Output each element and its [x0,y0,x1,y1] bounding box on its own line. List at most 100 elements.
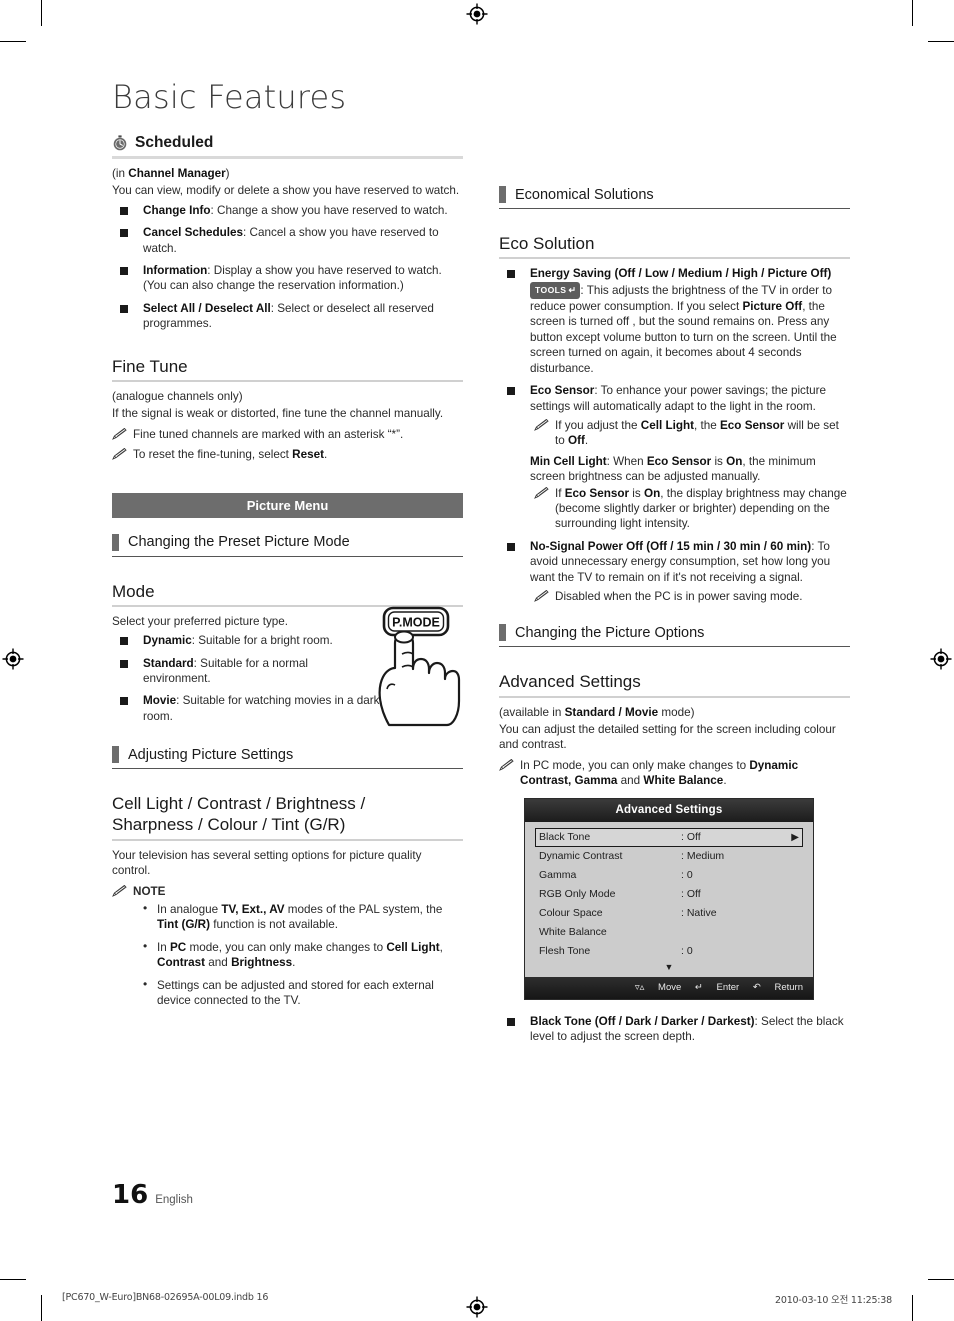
osd-row-black-tone[interactable]: Black Tone : Off ▶ [535,827,803,847]
scheduled-items: Change Info: Change a show you have rese… [112,203,463,332]
page-language-label: English [155,1194,193,1206]
page-content: Basic Features Scheduled (in Channel Man… [112,78,850,1051]
list-item-eco-sensor: Eco Sensor: To enhance your power saving… [499,383,850,532]
advanced-settings-note: In PC mode, you can only make changes to… [499,758,850,789]
fine-tune-body: If the signal is weak or distorted, fine… [112,407,444,421]
crop-mark-top-right-horizontal [928,41,954,43]
list-item: Dynamic: Suitable for a bright room. [112,633,388,648]
page-number-block: 16 English [112,1180,193,1210]
fine-tune-note-1: Fine tuned channels are marked with an a… [112,427,463,442]
footer-file-name: [PC670_W-Euro]BN68-02695A-00L09.indb 16 [62,1292,269,1303]
heading-bar-marker [499,186,506,203]
crop-mark-bottom-right-horizontal [928,1278,954,1280]
list-item-black-tone: Black Tone (Off / Dark / Darker / Darkes… [499,1014,850,1045]
pencil-note-icon [534,486,549,499]
list-item: Information: Display a show you have res… [112,263,463,294]
list-item: Settings can be adjusted and stored for … [139,977,463,1009]
section-heading-fine-tune: Fine Tune [112,356,463,382]
page-number: 16 [112,1180,149,1210]
registration-target-left [2,648,24,670]
list-item: Movie: Suitable for watching movies in a… [112,693,388,724]
osd-advanced-settings-menu[interactable]: Advanced Settings Black Tone : Off ▶ Dyn… [524,797,814,1000]
section-heading-changing-picture-options: Changing the Picture Options [499,624,850,648]
advanced-settings-availability: (available in Standard / Movie mode) [499,705,695,719]
pmode-button-text: P.MODE [392,615,440,629]
osd-row-dynamic-contrast[interactable]: Dynamic Contrast : Medium [535,847,803,866]
crop-mark-bottom-left-horizontal [0,1278,26,1280]
scheduled-subtitle: (in Channel Manager) [112,167,230,180]
section-heading-changing-preset-picture-mode: Changing the Preset Picture Mode [112,533,463,557]
chevron-right-icon[interactable]: ▶ [785,830,799,845]
pencil-note-icon [534,418,549,431]
footer-timestamp: 2010-03-10 오전 11:25:38 [775,1295,892,1306]
section-heading-cell-light: Cell Light / Contrast / Brightness / Sha… [112,793,463,841]
crop-mark-bottom-right-vertical [911,1295,913,1321]
osd-rows: Black Tone : Off ▶ Dynamic Contrast : Me… [525,821,813,977]
advanced-settings-body: You can adjust the detailed setting for … [499,723,836,752]
pencil-note-icon [499,758,514,771]
osd-footer-hints: ▿▵ Move ↵ Enter ↶ Return [525,976,813,999]
enter-arrow-icon: ↵ [568,284,577,295]
osd-row-white-balance[interactable]: White Balance [535,923,803,942]
list-item: Select All / Deselect All: Select or des… [112,301,463,332]
section-heading-eco-solution: Eco Solution [499,233,850,260]
section-title-scheduled: Scheduled [135,134,214,151]
osd-scroll-down-icon[interactable]: ▼ [535,961,803,975]
list-item-energy-saving: Energy Saving (Off / Low / Medium / High… [499,266,850,376]
registration-target-top [466,3,488,25]
heading-bar-marker [112,746,119,764]
osd-row-flesh-tone[interactable]: Flesh Tone : 0 [535,942,803,961]
registration-target-right [930,648,952,670]
heading-bar-marker [499,624,506,642]
osd-row-colour-space[interactable]: Colour Space : Native [535,904,803,923]
scheduled-intro: You can view, modify or delete a show yo… [112,184,460,198]
pencil-note-icon [112,884,127,897]
section-heading-economical-solutions: Economical Solutions [499,186,850,209]
tools-badge: TOOLS ↵ [530,281,581,300]
page-title: Basic Features [112,78,347,116]
pencil-note-icon [534,589,549,602]
crop-mark-top-left-horizontal [0,41,26,43]
section-heading-scheduled: Scheduled [112,134,463,159]
osd-hint-move: ▿▵ Move [634,981,682,993]
section-heading-adjusting-picture-settings: Adjusting Picture Settings [112,746,463,770]
osd-row-gamma[interactable]: Gamma : 0 [535,866,803,885]
pmode-remote-illustration: P.MODE [369,597,465,727]
osd-row-rgb-only-mode[interactable]: RGB Only Mode : Off [535,885,803,904]
cell-light-body: Your television has several setting opti… [112,848,422,878]
pencil-note-icon [112,447,127,461]
mode-intro: Select your preferred picture type. [112,614,289,628]
cell-light-note-head: NOTE [112,884,463,899]
page-canvas: Basic Features Scheduled (in Channel Man… [0,0,954,1321]
registration-target-bottom [466,1296,488,1318]
clock-icon [112,135,128,151]
osd-hint-enter: ↵ Enter [694,981,740,993]
eco-solution-items: Energy Saving (Off / Low / Medium / High… [499,266,850,604]
no-signal-note: Disabled when the PC is in power saving … [530,589,850,604]
pencil-note-icon [112,427,127,440]
fine-tune-note-2: To reset the fine-tuning, select Reset. [112,447,463,462]
eco-sensor-note: If you adjust the Cell Light, the Eco Se… [530,418,850,449]
min-cell-light-note: If Eco Sensor is On, the display brightn… [530,486,850,532]
osd-hint-return: ↶ Return [752,981,803,993]
list-item: Standard: Suitable for a normal environm… [112,656,368,687]
section-heading-advanced-settings: Advanced Settings [499,671,850,698]
left-column: Scheduled (in Channel Manager) You can v… [112,134,463,1051]
heading-bar-marker [112,533,119,551]
cell-light-notes: In analogue TV, Ext., AV modes of the PA… [112,901,463,1009]
list-item: In PC mode, you can only make changes to… [139,939,463,971]
list-item: Change Info: Change a show you have rese… [112,203,463,218]
list-item: In analogue TV, Ext., AV modes of the PA… [139,901,463,933]
right-column: Economical Solutions Eco Solution Energy… [499,134,850,1051]
osd-title: Advanced Settings [525,798,813,822]
picture-menu-band: Picture Menu [112,492,463,518]
fine-tune-analogue-note: (analogue channels only) [112,389,243,403]
list-item-no-signal-power-off: No-Signal Power Off (Off / 15 min / 30 m… [499,539,850,605]
black-tone-items: Black Tone (Off / Dark / Darker / Darkes… [499,1014,850,1045]
list-item: Cancel Schedules: Cancel a show you have… [112,225,463,256]
crop-mark-bottom-left-vertical [41,1295,43,1321]
min-cell-light-block: Min Cell Light: When Eco Sensor is On, t… [530,454,816,484]
two-column-layout: Scheduled (in Channel Manager) You can v… [112,134,850,1051]
crop-mark-top-right-vertical [911,0,913,26]
crop-mark-top-left-vertical [41,0,43,26]
